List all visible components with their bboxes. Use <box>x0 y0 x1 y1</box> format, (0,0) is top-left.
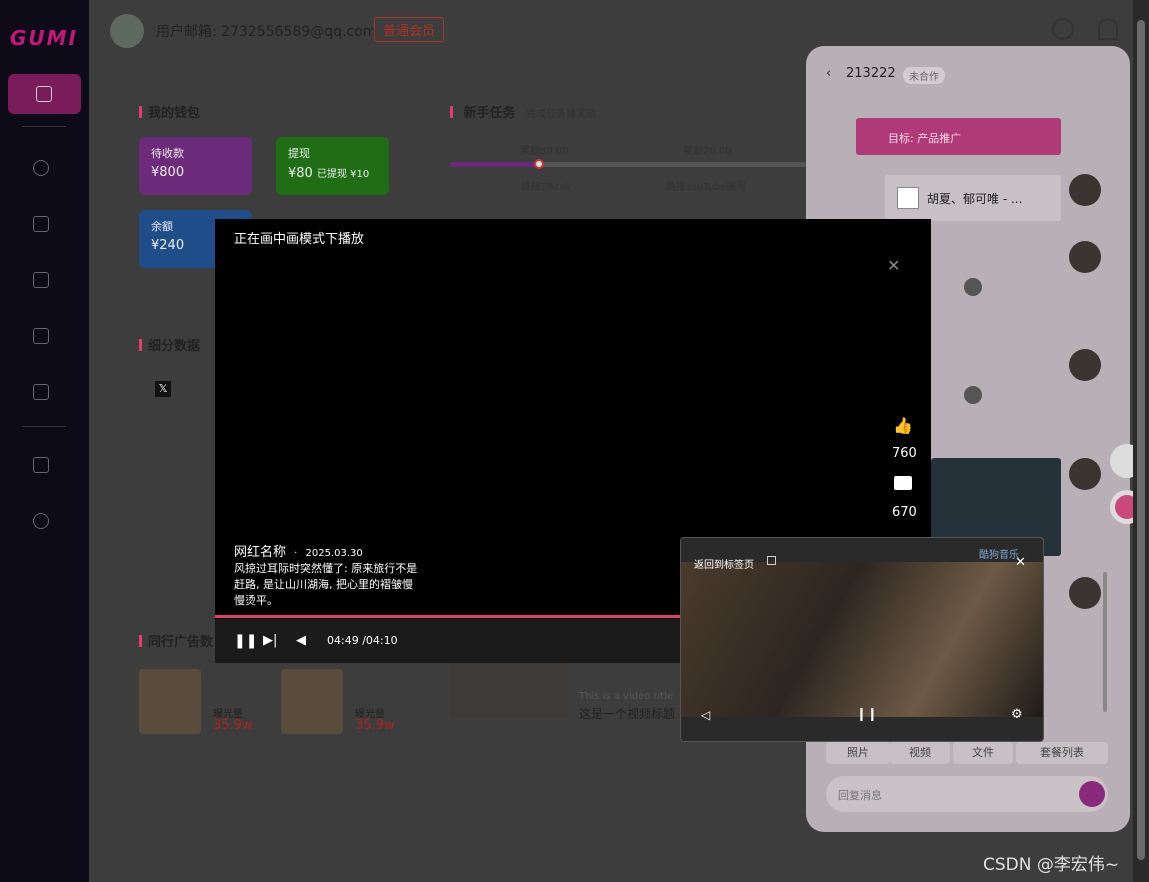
post-date: 2025.03.30 <box>305 548 363 559</box>
trend-icon[interactable] <box>33 216 49 232</box>
task-progress-knob <box>534 159 544 169</box>
card-label: 提现 <box>288 147 310 160</box>
mini-volume-icon[interactable]: ◁ <box>701 708 710 722</box>
comment-icon[interactable] <box>894 476 912 490</box>
mini-player[interactable]: 返回到标签页 酷狗音乐 ✕ ◁ ❙❙ ⚙ <box>680 537 1044 742</box>
mini-pause-icon[interactable]: ❙❙ <box>856 707 878 722</box>
message-icon[interactable] <box>1052 18 1074 40</box>
chat-card[interactable]: 胡夏、郁可唯 - ... <box>885 175 1061 221</box>
video-title: 这是一个视频标题 <box>579 707 676 721</box>
video-caption: 风掠过耳际时突然懂了: 原来旅行不是赶路, 是让山川湖海, 把心里的褶皱慢慢烫平… <box>234 562 418 607</box>
like-icon[interactable]: 👍 <box>893 416 913 435</box>
reward-2: 奖励20.00 <box>683 146 732 157</box>
volume-icon[interactable]: ◀ <box>296 633 306 648</box>
line-chart-icon[interactable] <box>33 272 49 288</box>
task-progress-fill <box>450 162 540 167</box>
reward-1: 奖励50.00 <box>520 146 569 157</box>
avatar[interactable] <box>110 14 144 48</box>
avatar <box>1069 174 1101 206</box>
globe-icon[interactable] <box>33 513 49 529</box>
bell-icon[interactable] <box>1098 18 1118 40</box>
back-icon[interactable]: ‹ <box>826 66 831 81</box>
ad-value: 35.9w <box>213 718 253 733</box>
chart-icon <box>36 86 52 102</box>
wallet-title: 我的钱包 <box>139 102 200 121</box>
card-value: ¥80 <box>288 166 313 181</box>
author-name: 网红名称 <box>234 545 287 560</box>
divider <box>22 126 66 127</box>
close-icon[interactable]: ✕ <box>887 256 900 275</box>
play-icon[interactable] <box>964 278 982 296</box>
pip-notice: 正在画中画模式下播放 <box>234 232 365 247</box>
document-icon[interactable] <box>33 328 49 344</box>
user-email: 用户邮箱: 2732556589@qq.com <box>156 24 377 40</box>
time-display: 04:49 /04:10 <box>327 634 398 647</box>
x-icon[interactable]: 𝕏 <box>155 381 171 397</box>
task-step-2: 链接YouTube账号 <box>666 182 747 193</box>
avatar <box>1069 349 1101 381</box>
ad-thumbnail[interactable] <box>281 669 343 734</box>
page-scrollbar-thumb[interactable] <box>1137 20 1145 860</box>
tool-file-button[interactable]: 文件 <box>953 742 1013 764</box>
wallet-card-withdraw[interactable]: 提现 ¥80 已提现 ¥10 <box>276 137 389 195</box>
brand-logo: 酷狗音乐 <box>979 550 1019 561</box>
user-icon[interactable] <box>33 160 49 176</box>
tool-photo-button[interactable]: 照片 <box>826 742 890 764</box>
play-icon[interactable] <box>964 386 982 404</box>
ad-thumbnail[interactable] <box>139 669 201 734</box>
stats-title: 细分数据 <box>139 335 200 354</box>
reply-input[interactable]: 回复消息 <box>826 776 1108 812</box>
settings-icon[interactable]: ⚙ <box>1011 707 1023 722</box>
author-line: 网红名称 · 2025.03.30 <box>234 545 363 560</box>
divider <box>22 426 66 427</box>
bar-chart-icon[interactable] <box>33 384 49 400</box>
next-icon[interactable]: ▶| <box>263 633 277 648</box>
card-label: 待收款 <box>151 147 184 160</box>
member-badge: 普通会员 <box>374 17 445 42</box>
task-step-1: 链接Tiktok <box>521 182 572 193</box>
mini-close-icon[interactable]: ✕ <box>1015 555 1026 570</box>
video-title-en: This is a video title <box>579 691 674 702</box>
video-thumbnail[interactable] <box>450 663 568 718</box>
chat-scrollbar[interactable] <box>1103 572 1107 712</box>
avatar <box>1069 577 1101 609</box>
page-scrollbar-track[interactable] <box>1133 0 1149 882</box>
external-link-icon[interactable] <box>767 556 776 565</box>
card-extra: 已提现 ¥10 <box>316 169 370 180</box>
pause-icon[interactable]: ❚❚ <box>234 633 257 649</box>
chat-status: 未合作 <box>903 67 945 84</box>
card-value: ¥800 <box>151 165 185 180</box>
book-icon[interactable] <box>33 457 49 473</box>
ads-title: 同行广告数 <box>139 631 213 650</box>
tool-video-button[interactable]: 视频 <box>890 742 950 764</box>
wallet-card-pending[interactable]: 待收款 ¥800 <box>139 137 252 195</box>
mini-player-video <box>681 562 1043 717</box>
app-logo: GUMI <box>10 26 78 50</box>
like-count: 760 <box>892 446 917 461</box>
chat-contact: 213222 <box>846 66 896 81</box>
tool-package-list-button[interactable]: 套餐列表 <box>1016 742 1108 764</box>
tasks-title: 新手任务 完成任务赚奖励 <box>450 102 597 121</box>
send-button[interactable] <box>1079 781 1105 807</box>
sidebar: GUMI <box>0 0 89 882</box>
goal-banner: 目标: 产品推广 <box>856 118 1061 155</box>
comment-count: 670 <box>892 505 917 520</box>
ad-value: 35.9w <box>355 718 395 733</box>
back-to-tab-link[interactable]: 返回到标签页 <box>694 556 754 571</box>
avatar <box>1069 458 1101 490</box>
watermark: CSDN @李宏伟~ <box>983 855 1120 875</box>
avatar <box>1069 241 1101 273</box>
sidebar-item-dashboard[interactable] <box>8 74 81 114</box>
